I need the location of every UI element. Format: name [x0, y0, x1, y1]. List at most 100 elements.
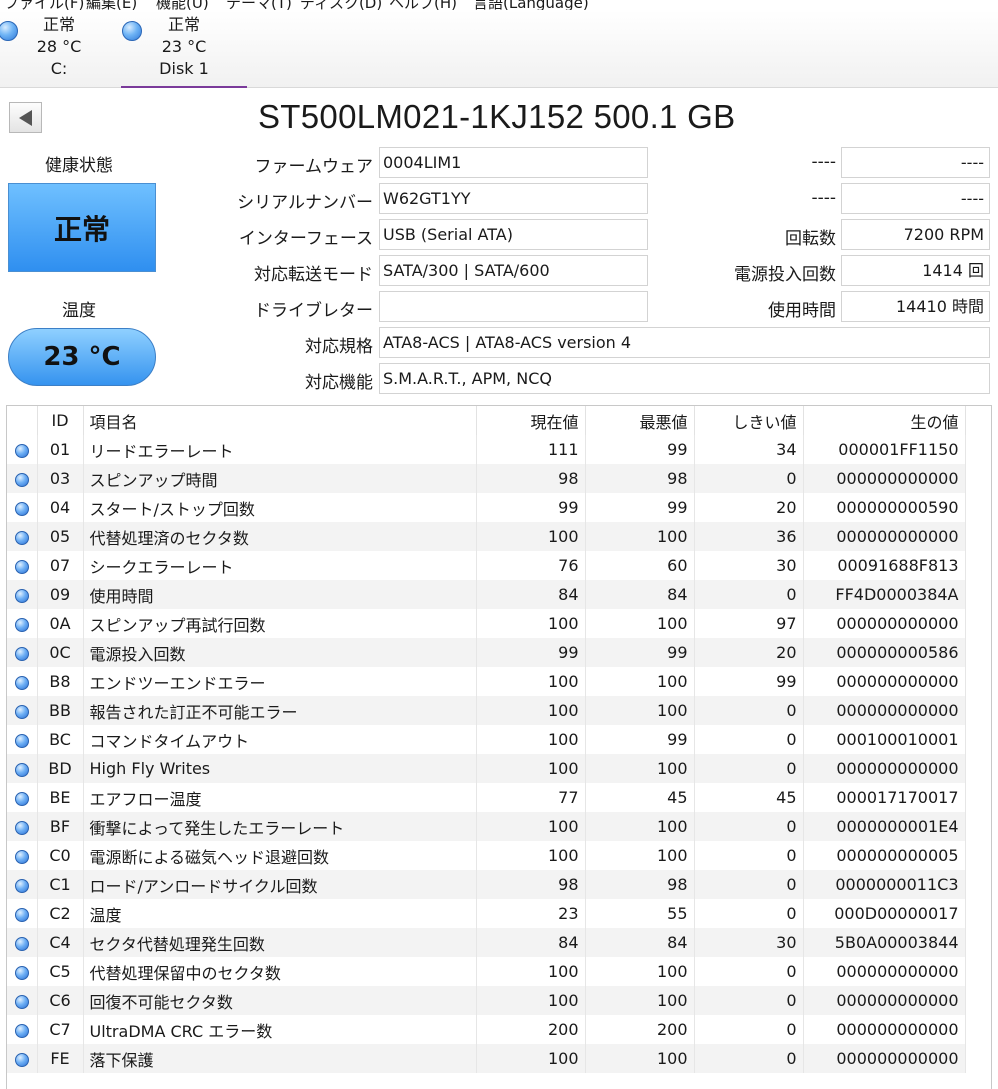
raw-cell: 000017170017 [803, 783, 966, 812]
worst-cell: 100 [585, 609, 695, 638]
table-row[interactable]: C7 UltraDMA CRC エラー数 200 200 0 000000000000 [7, 1015, 966, 1044]
status-cell [7, 986, 38, 1015]
status-ok-icon [14, 878, 29, 893]
table-row[interactable]: C1 ロード/アンロードサイクル回数 98 98 0 0000000011C3 [7, 870, 966, 899]
current-cell: 100 [476, 841, 586, 870]
threshold-cell: 0 [694, 725, 804, 754]
name-column-header[interactable]: 項目名 [83, 406, 477, 435]
table-row[interactable]: C4 セクタ代替処理発生回数 84 84 30 5B0A00003844 [7, 928, 966, 957]
status-ok-icon [14, 646, 29, 661]
table-row[interactable]: B8 エンドツーエンドエラー 100 100 99 000000000000 [7, 667, 966, 696]
worst-cell: 100 [585, 754, 695, 783]
status-ok-icon [14, 1023, 29, 1038]
name-cell: 衝撃によって発生したエラーレート [83, 812, 477, 841]
id-cell: BD [37, 754, 84, 783]
table-row[interactable]: 09 使用時間 84 84 0 FF4D0000384A [7, 580, 966, 609]
table-row[interactable]: 05 代替処理済のセクタ数 100 100 36 000000000000 [7, 522, 966, 551]
status-cell [7, 754, 38, 783]
status-ok-icon [14, 1052, 29, 1067]
id-cell: C0 [37, 841, 84, 870]
threshold-cell: 0 [694, 812, 804, 841]
table-row[interactable]: BF 衝撃によって発生したエラーレート 100 100 0 0000000001E4 [7, 812, 966, 841]
name-cell: 落下保護 [83, 1044, 477, 1073]
threshold-column-header[interactable]: しきい値 [694, 406, 804, 435]
table-row[interactable]: C5 代替処理保留中のセクタ数 100 100 0 000000000000 [7, 957, 966, 986]
table-row[interactable]: 0A スピンアップ再試行回数 100 100 97 000000000000 [7, 609, 966, 638]
table-row[interactable]: 04 スタート/ストップ回数 99 99 20 000000000590 [7, 493, 966, 522]
threshold-cell: 20 [694, 493, 804, 522]
worst-cell: 98 [585, 870, 695, 899]
status-ok-icon [14, 965, 29, 980]
name-cell: スピンアップ再試行回数 [83, 609, 477, 638]
status-ok-icon [14, 501, 29, 516]
transfer-mode-label: 対応転送モード [254, 265, 373, 285]
table-row[interactable]: BE エアフロー温度 77 45 45 000017170017 [7, 783, 966, 812]
threshold-cell: 20 [694, 638, 804, 667]
table-row[interactable]: C2 温度 23 55 0 000D00000017 [7, 899, 966, 928]
threshold-cell: 0 [694, 1015, 804, 1044]
worst-cell: 100 [585, 696, 695, 725]
name-cell: 電源断による磁気ヘッド退避回数 [83, 841, 477, 870]
id-cell: C7 [37, 1015, 84, 1044]
status-cell [7, 957, 38, 986]
serial-field: W62GT1YY [379, 183, 648, 214]
status-cell [7, 928, 38, 957]
name-cell: 代替処理済のセクタ数 [83, 522, 477, 551]
threshold-cell: 34 [694, 435, 804, 464]
smart-header-row: ID 項目名 現在値 最悪値 しきい値 生の値 [7, 406, 966, 435]
disk-tab-disk1[interactable]: 正常 23 °C Disk 1 [121, 14, 247, 88]
table-row[interactable]: 03 スピンアップ時間 98 98 0 000000000000 [7, 464, 966, 493]
current-cell: 100 [476, 696, 586, 725]
table-row[interactable]: 01 リードエラーレート 111 99 34 000001FF1150 [7, 435, 966, 464]
threshold-cell: 97 [694, 609, 804, 638]
blank-label-2: ---- [811, 188, 836, 208]
table-row[interactable]: 07 シークエラーレート 76 60 30 00091688F813 [7, 551, 966, 580]
power-on-hours-field: 14410 時間 [841, 291, 990, 322]
interface-field: USB (Serial ATA) [379, 219, 648, 250]
raw-cell: 00091688F813 [803, 551, 966, 580]
raw-cell: 0000000011C3 [803, 870, 966, 899]
worst-column-header[interactable]: 最悪値 [585, 406, 695, 435]
name-cell: スピンアップ時間 [83, 464, 477, 493]
table-row[interactable]: BC コマンドタイムアウト 100 99 0 000100010001 [7, 725, 966, 754]
raw-column-header[interactable]: 生の値 [803, 406, 966, 435]
table-row[interactable]: FE 落下保護 100 100 0 000000000000 [7, 1044, 966, 1073]
previous-disk-button[interactable] [9, 102, 42, 133]
temperature-value[interactable]: 23 °C [8, 328, 156, 386]
current-cell: 100 [476, 725, 586, 754]
id-cell: 04 [37, 493, 84, 522]
rotation-field: 7200 RPM [841, 219, 990, 250]
raw-cell: 000D00000017 [803, 899, 966, 928]
id-cell: C4 [37, 928, 84, 957]
name-cell: セクタ代替処理発生回数 [83, 928, 477, 957]
name-cell: シークエラーレート [83, 551, 477, 580]
status-ok-icon [14, 791, 29, 806]
id-cell: 01 [37, 435, 84, 464]
features-label: 対応機能 [305, 373, 373, 393]
status-ok-icon [14, 936, 29, 951]
worst-cell: 99 [585, 638, 695, 667]
disk-selector: 正常 28 °C C: 正常 23 °C Disk 1 [0, 10, 998, 88]
status-cell [7, 609, 38, 638]
health-status-button[interactable]: 正常 [8, 183, 156, 272]
status-ok-icon [14, 704, 29, 719]
table-row[interactable]: C6 回復不可能セクタ数 100 100 0 000000000000 [7, 986, 966, 1015]
name-cell: エアフロー温度 [83, 783, 477, 812]
name-cell: High Fly Writes [83, 754, 477, 783]
table-row[interactable]: BB 報告された訂正不可能エラー 100 100 0 000000000000 [7, 696, 966, 725]
smart-attributes-list[interactable]: ID 項目名 現在値 最悪値 しきい値 生の値 01 リードエラーレート 111 99… [6, 405, 992, 1089]
disk-tab-c[interactable]: 正常 28 °C C: [0, 14, 118, 88]
table-row[interactable]: BD High Fly Writes 100 100 0 000000000000 [7, 754, 966, 783]
current-column-header[interactable]: 現在値 [476, 406, 586, 435]
id-column-header[interactable]: ID [37, 406, 84, 435]
status-column-header[interactable] [7, 406, 38, 435]
name-cell: コマンドタイムアウト [83, 725, 477, 754]
name-cell: 回復不可能セクタ数 [83, 986, 477, 1015]
table-row[interactable]: 0C 電源投入回数 99 99 20 000000000586 [7, 638, 966, 667]
name-cell: ロード/アンロードサイクル回数 [83, 870, 477, 899]
table-row[interactable]: C0 電源断による磁気ヘッド退避回数 100 100 0 000000000005 [7, 841, 966, 870]
threshold-cell: 0 [694, 841, 804, 870]
drive-letter-field [379, 291, 648, 322]
status-cell [7, 551, 38, 580]
power-on-count-field: 1414 回 [841, 255, 990, 286]
